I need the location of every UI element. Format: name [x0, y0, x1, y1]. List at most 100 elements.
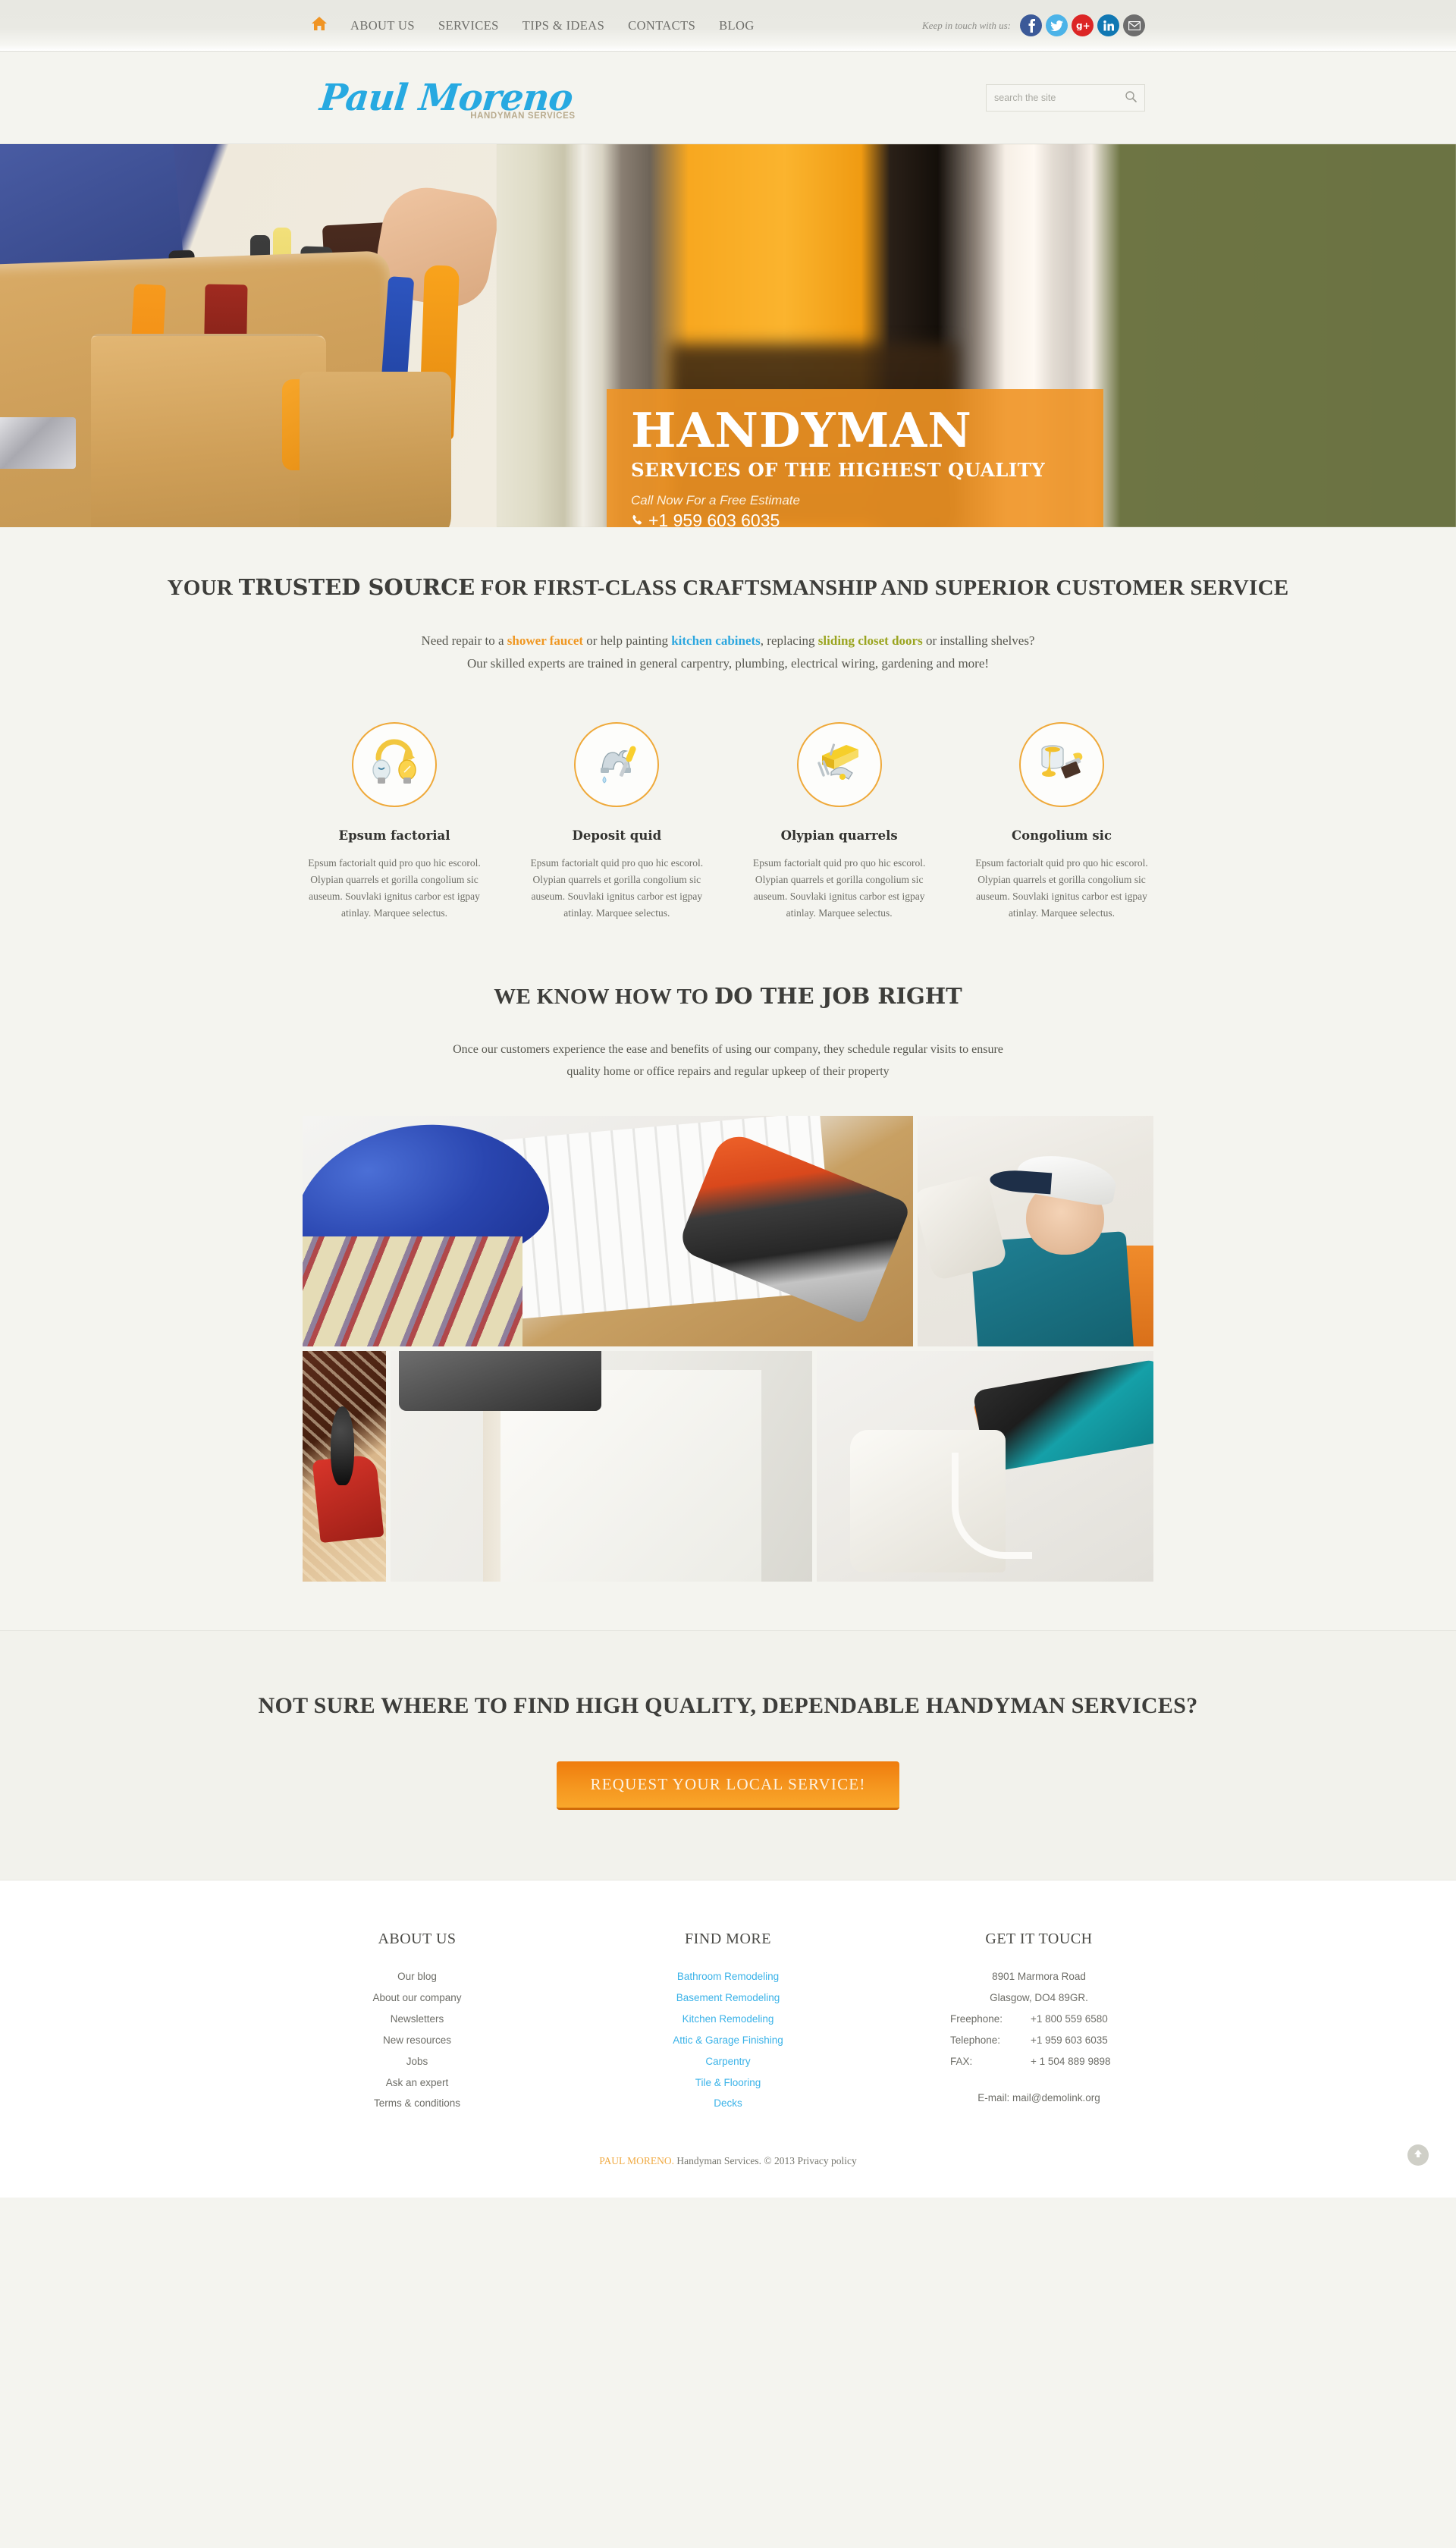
- service-icon-circle[interactable]: [352, 721, 437, 807]
- intro-title-bold: TRUSTED SOURCE: [238, 574, 475, 600]
- footer-link-tile-flooring[interactable]: Tile & Flooring: [695, 2077, 761, 2088]
- link-shower-faucet[interactable]: shower faucet: [507, 633, 583, 648]
- search-icon: [1125, 90, 1137, 105]
- tool-belt-photo: [0, 144, 497, 527]
- contact-freephone-row: Freephone: +1 800 559 6580: [902, 2009, 1175, 2030]
- back-to-top-icon: [1413, 2148, 1423, 2163]
- job-right-copy: Once our customers experience the ease a…: [453, 1042, 1003, 1078]
- list-item: Tile & Flooring: [592, 2072, 864, 2094]
- footer-link-jobs[interactable]: Jobs: [406, 2056, 428, 2067]
- twitter-icon[interactable]: [1046, 14, 1068, 36]
- list-item: Our blog: [281, 1966, 554, 1987]
- footer-column-find-more: FIND MORE Bathroom Remodeling Basement R…: [592, 1931, 864, 2115]
- intro-copy-3: , replacing: [760, 633, 818, 649]
- contact-telephone-row: Telephone: +1 959 603 6035: [902, 2030, 1175, 2051]
- service-card: Congolium sic Epsum factorialt quid pro …: [967, 721, 1156, 922]
- hard-hat-blueprint-drill-photo[interactable]: [303, 1116, 913, 1347]
- service-card: Deposit quid Epsum factorialt quid pro q…: [522, 721, 711, 922]
- gallery-grid: [303, 1116, 1153, 1630]
- wood-plane-shavings-photo[interactable]: [303, 1351, 386, 1582]
- contact-telephone-label: Telephone:: [950, 2034, 1001, 2046]
- footer-link-terms-conditions[interactable]: Terms & conditions: [374, 2097, 460, 2109]
- service-icon-circle[interactable]: [574, 721, 660, 807]
- intro-copy: Need repair to a shower faucet or help p…: [417, 630, 1039, 675]
- footer-link-decks[interactable]: Decks: [714, 2097, 742, 2109]
- privacy-policy-link[interactable]: Privacy policy: [797, 2155, 856, 2166]
- nav-item-about-us[interactable]: ABOUT US: [350, 18, 415, 33]
- phone-icon: [631, 511, 643, 527]
- intro-title-post: FOR FIRST-CLASS CRAFTSMANSHIP AND SUPERI…: [475, 576, 1289, 600]
- footer-link-newsletters[interactable]: Newsletters: [391, 2013, 444, 2025]
- job-right-section: WE KNOW HOW TO DO THE JOB RIGHT Once our…: [0, 922, 1456, 1083]
- footer-link-carpentry[interactable]: Carpentry: [705, 2056, 750, 2067]
- hero-phone-row: +1 959 603 6035: [631, 511, 1081, 527]
- hero-call-text: Call Now For a Free Estimate: [631, 493, 800, 508]
- hero-banner: HANDYMAN SERVICES OF THE HIGHEST QUALITY…: [0, 144, 1456, 527]
- page-root: ABOUT US SERVICES TIPS & IDEAS CONTACTS …: [0, 0, 1456, 2198]
- paint-can-brush-icon: [1034, 739, 1090, 790]
- footer-about-title: ABOUT US: [378, 1930, 457, 1947]
- intro-section: YOUR TRUSTED SOURCE FOR FIRST-CLASS CRAF…: [0, 527, 1456, 675]
- service-title: Deposit quid: [572, 828, 662, 843]
- drilling-wall-hook-photo[interactable]: [817, 1351, 1153, 1582]
- footer-link-attic-garage-finishing[interactable]: Attic & Garage Finishing: [673, 2034, 783, 2046]
- nav-item-tips-and-ideas[interactable]: TIPS & IDEAS: [522, 18, 604, 33]
- job-right-title: WE KNOW HOW TO DO THE JOB RIGHT: [0, 982, 1456, 1012]
- footer-link-kitchen-remodeling[interactable]: Kitchen Remodeling: [682, 2013, 774, 2025]
- contact-freephone-value: +1 800 559 6580: [1031, 2012, 1108, 2025]
- nav-item-blog[interactable]: BLOG: [719, 18, 755, 33]
- footer-column-about: ABOUT US Our blog About our company News…: [281, 1931, 554, 2115]
- email-icon[interactable]: [1123, 14, 1145, 36]
- woman-painter-ladder-photo[interactable]: [918, 1116, 1153, 1347]
- svg-text:g+: g+: [1076, 20, 1090, 30]
- footer-link-our-blog[interactable]: Our blog: [397, 1971, 437, 1982]
- service-text: Epsum factorialt quid pro quo hic escoro…: [308, 856, 481, 919]
- footer-link-bathroom-remodeling[interactable]: Bathroom Remodeling: [677, 1971, 779, 1982]
- cabinet-installation-photo[interactable]: [391, 1351, 812, 1582]
- contact-email[interactable]: E-mail: mail@demolink.org: [902, 2088, 1175, 2109]
- list-item: Carpentry: [592, 2051, 864, 2072]
- cta-section: NOT SURE WHERE TO FIND HIGH QUALITY, DEP…: [0, 1630, 1456, 1880]
- service-text: Epsum factorialt quid pro quo hic escoro…: [975, 856, 1148, 919]
- list-item: New resources: [281, 2030, 554, 2051]
- search-button[interactable]: [1125, 90, 1137, 105]
- list-item: Terms & conditions: [281, 2093, 554, 2114]
- site-footer: ABOUT US Our blog About our company News…: [0, 1880, 1456, 2198]
- google-plus-icon[interactable]: g+: [1072, 14, 1094, 36]
- facebook-icon[interactable]: [1020, 14, 1042, 36]
- site-header: Paul Moreno HANDYMAN SERVICES: [0, 52, 1456, 144]
- hero-phone-number[interactable]: +1 959 603 6035: [648, 511, 780, 527]
- contact-address-line-2: Glasgow, DO4 89GR.: [990, 1991, 1088, 2003]
- logo-name: Paul Moreno: [318, 76, 575, 119]
- footer-link-ask-an-expert[interactable]: Ask an expert: [386, 2077, 449, 2088]
- link-sliding-closet-doors[interactable]: sliding closet doors: [818, 633, 923, 648]
- footer-link-new-resources[interactable]: New resources: [383, 2034, 451, 2046]
- contact-freephone-label: Freephone:: [950, 2012, 1003, 2025]
- lightbulb-swap-icon: [366, 739, 422, 790]
- social-links: g+: [1020, 14, 1145, 36]
- nav-item-services[interactable]: SERVICES: [438, 18, 499, 33]
- list-item: Decks: [592, 2093, 864, 2114]
- home-icon: [311, 15, 328, 36]
- link-kitchen-cabinets[interactable]: kitchen cabinets: [671, 633, 761, 648]
- home-link[interactable]: [311, 15, 328, 36]
- nav-item-contacts[interactable]: CONTACTS: [628, 18, 695, 33]
- footer-column-contact: GET IT TOUCH 8901 Marmora Road Glasgow, …: [902, 1931, 1175, 2115]
- service-icon-circle[interactable]: [1018, 721, 1104, 807]
- service-icon-circle[interactable]: [796, 721, 882, 807]
- service-title: Olypian quarrels: [780, 828, 898, 843]
- footer-link-basement-remodeling[interactable]: Basement Remodeling: [676, 1992, 780, 2003]
- hero-title: HANDYMAN: [631, 402, 972, 458]
- top-navigation-bar: ABOUT US SERVICES TIPS & IDEAS CONTACTS …: [0, 0, 1456, 52]
- logo-tagline: HANDYMAN SERVICES: [470, 111, 576, 121]
- intro-copy-1: Need repair to a: [421, 633, 507, 649]
- linkedin-icon[interactable]: [1097, 14, 1119, 36]
- request-local-service-button[interactable]: REQUEST YOUR LOCAL SERVICE!: [557, 1761, 899, 1810]
- copyright-brand: PAUL MORENO.: [599, 2155, 674, 2167]
- intro-copy-2: or help painting: [583, 633, 672, 649]
- footer-link-about-our-company[interactable]: About our company: [372, 1992, 461, 2003]
- search-input[interactable]: [994, 84, 1125, 111]
- hero-subtitle: SERVICES OF THE HIGHEST QUALITY: [631, 459, 1046, 482]
- contact-fax-value: + 1 504 889 9898: [1031, 2055, 1111, 2067]
- logo-link[interactable]: Paul Moreno HANDYMAN SERVICES: [311, 76, 575, 121]
